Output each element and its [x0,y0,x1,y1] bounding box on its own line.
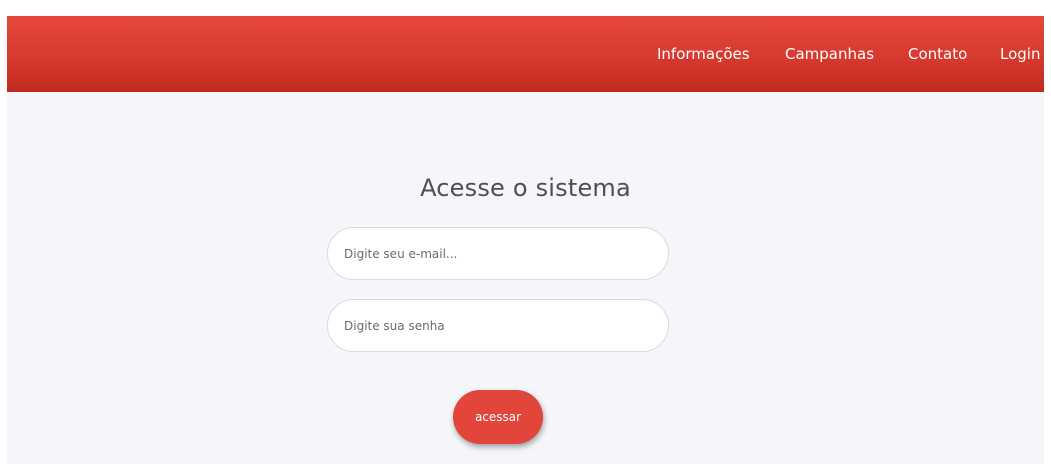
submit-button[interactable]: acessar [453,390,543,444]
page-content: Informações Campanhas Contato Login Aces… [7,16,1044,464]
email-field[interactable] [327,227,669,280]
nav-link-login[interactable]: Login [1000,16,1040,92]
nav-link-campanhas[interactable]: Campanhas [785,16,874,92]
login-title: Acesse o sistema [420,174,631,202]
top-navbar: Informações Campanhas Contato Login [7,16,1044,92]
password-field[interactable] [327,299,669,352]
nav-link-contato[interactable]: Contato [908,16,967,92]
nav-link-informacoes[interactable]: Informações [657,16,750,92]
